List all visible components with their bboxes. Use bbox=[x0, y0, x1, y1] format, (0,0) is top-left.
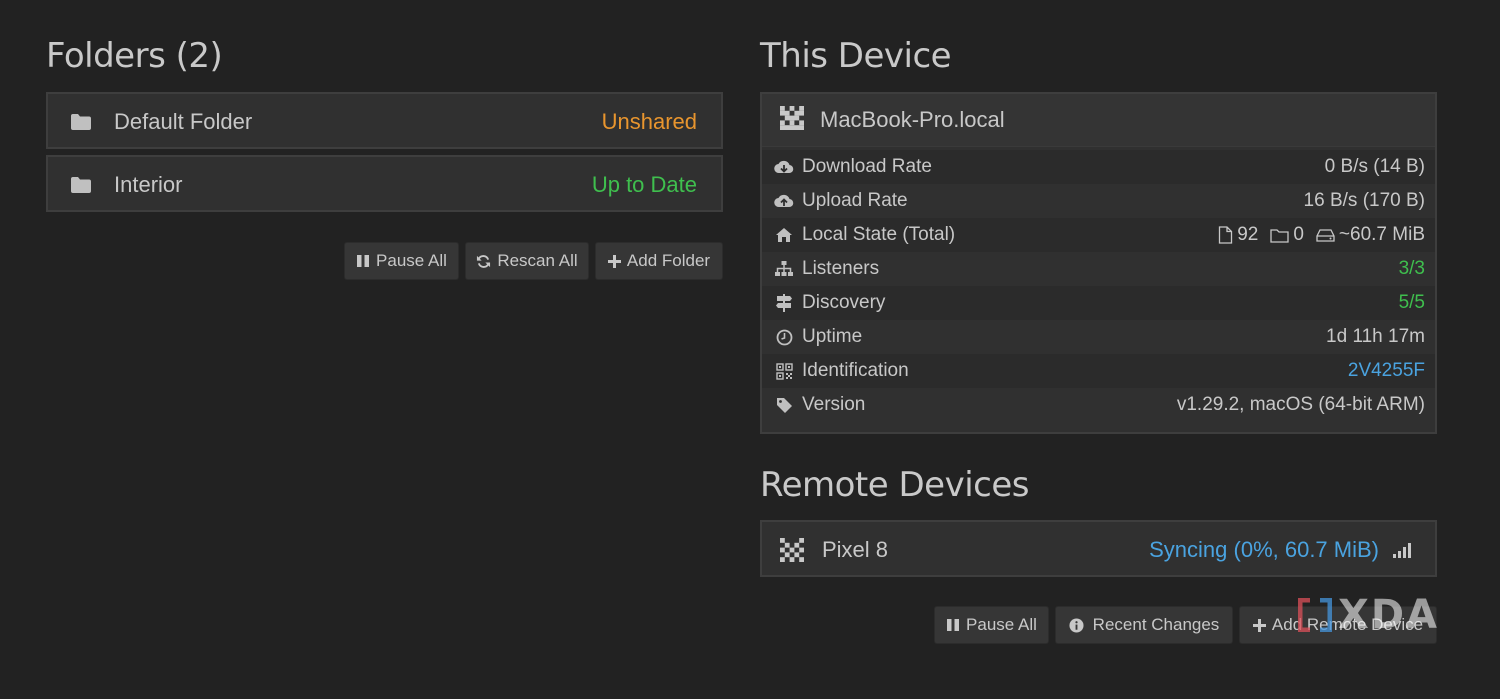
cloud-upload-icon bbox=[774, 191, 794, 211]
stat-value: 0 B/s (14 B) bbox=[1324, 156, 1425, 177]
device-identicon-icon bbox=[780, 538, 804, 562]
stat-row-discovery: Discovery 5/5 bbox=[762, 286, 1435, 320]
stat-label: Download Rate bbox=[802, 156, 932, 177]
stat-label: Uptime bbox=[802, 326, 863, 347]
remote-devices-title: Remote Devices bbox=[760, 465, 1029, 505]
button-label: Rescan All bbox=[497, 251, 578, 270]
this-device-panel: MacBook-Pro.local Download Rate 0 B/s (1… bbox=[760, 92, 1437, 434]
pause-icon bbox=[356, 254, 370, 268]
stat-row-local-state: Local State (Total) 92 0 ~60.7 MiB bbox=[762, 218, 1435, 252]
clock-icon bbox=[774, 327, 794, 347]
stat-label: Identification bbox=[802, 360, 909, 381]
stat-label: Version bbox=[802, 394, 866, 415]
stat-value: 1d 11h 17m bbox=[1326, 326, 1425, 347]
stat-label: Discovery bbox=[802, 292, 886, 313]
folder-panel-default[interactable]: Default Folder Unshared bbox=[46, 92, 723, 149]
device-name: MacBook-Pro.local bbox=[820, 107, 1005, 132]
info-icon bbox=[1069, 617, 1084, 633]
qrcode-icon bbox=[774, 361, 794, 381]
button-label: Recent Changes bbox=[1092, 615, 1220, 634]
recent-changes-button[interactable]: Recent Changes bbox=[1055, 606, 1233, 644]
hdd-icon bbox=[1316, 228, 1335, 242]
local-state-value: 92 0 ~60.7 MiB bbox=[1218, 224, 1425, 246]
folder-panel-interior[interactable]: Interior Up to Date bbox=[46, 155, 723, 212]
button-label: Pause All bbox=[376, 251, 447, 270]
button-label: Pause All bbox=[966, 615, 1037, 634]
remote-device-name: Pixel 8 bbox=[822, 537, 889, 562]
pause-all-folders-button[interactable]: Pause All bbox=[344, 242, 459, 280]
sitemap-icon bbox=[774, 259, 794, 279]
add-folder-button[interactable]: Add Folder bbox=[595, 242, 723, 280]
device-stats-list: Download Rate 0 B/s (14 B) Upload Rate 1… bbox=[762, 147, 1435, 422]
rescan-all-button[interactable]: Rescan All bbox=[465, 242, 589, 280]
xda-watermark: XDA bbox=[1298, 592, 1439, 638]
stat-value: 5/5 bbox=[1398, 292, 1425, 313]
folder-outline-icon bbox=[1270, 228, 1289, 243]
button-label: Add Folder bbox=[626, 251, 711, 270]
stat-label: Listeners bbox=[802, 258, 880, 279]
stat-row-listeners: Listeners 3/3 bbox=[762, 252, 1435, 286]
folders-title: Folders (2) bbox=[46, 36, 223, 76]
stat-value: 3/3 bbox=[1398, 258, 1425, 279]
file-icon bbox=[1218, 226, 1233, 244]
folder-icon bbox=[70, 113, 92, 131]
stat-row-download: Download Rate 0 B/s (14 B) bbox=[762, 150, 1435, 184]
xda-logo-icon bbox=[1298, 598, 1332, 632]
device-header[interactable]: MacBook-Pro.local bbox=[762, 94, 1435, 147]
stat-row-upload: Upload Rate 16 B/s (170 B) bbox=[762, 184, 1435, 218]
size-total: ~60.7 MiB bbox=[1338, 224, 1425, 245]
cloud-download-icon bbox=[774, 157, 794, 177]
stat-row-uptime: Uptime 1d 11h 17m bbox=[762, 320, 1435, 354]
folder-status: Up to Date bbox=[591, 172, 697, 197]
signal-icon bbox=[1393, 542, 1413, 558]
pause-all-devices-button[interactable]: Pause All bbox=[934, 606, 1049, 644]
signpost-icon bbox=[774, 293, 794, 313]
stat-row-identification: Identification 2V4255F bbox=[762, 354, 1435, 388]
refresh-icon bbox=[476, 254, 491, 269]
folder-name: Interior bbox=[114, 172, 183, 197]
folder-icon bbox=[70, 176, 92, 194]
stat-value: 16 B/s (170 B) bbox=[1303, 190, 1425, 211]
dir-count: 0 bbox=[1293, 224, 1304, 245]
stat-value: v1.29.2, macOS (64-bit ARM) bbox=[1176, 394, 1425, 415]
file-count: 92 bbox=[1237, 224, 1259, 245]
watermark-text: XDA bbox=[1338, 592, 1439, 638]
folder-status: Unshared bbox=[601, 109, 697, 134]
folder-name: Default Folder bbox=[114, 109, 253, 134]
this-device-title: This Device bbox=[760, 36, 952, 76]
stat-label: Local State (Total) bbox=[802, 224, 956, 245]
plus-icon bbox=[607, 254, 621, 268]
stat-label: Upload Rate bbox=[802, 190, 908, 211]
pause-icon bbox=[946, 618, 960, 632]
remote-device-status: Syncing (0%, 60.7 MiB) bbox=[1149, 537, 1379, 562]
plus-icon bbox=[1252, 618, 1266, 632]
stat-row-version: Version v1.29.2, macOS (64-bit ARM) bbox=[762, 388, 1435, 422]
tag-icon bbox=[774, 395, 794, 415]
home-icon bbox=[774, 225, 794, 245]
device-id-link[interactable]: 2V4255F bbox=[1348, 360, 1425, 382]
remote-device-panel-pixel8[interactable]: Pixel 8 Syncing (0%, 60.7 MiB) bbox=[760, 520, 1437, 577]
device-identicon-icon bbox=[780, 105, 804, 135]
